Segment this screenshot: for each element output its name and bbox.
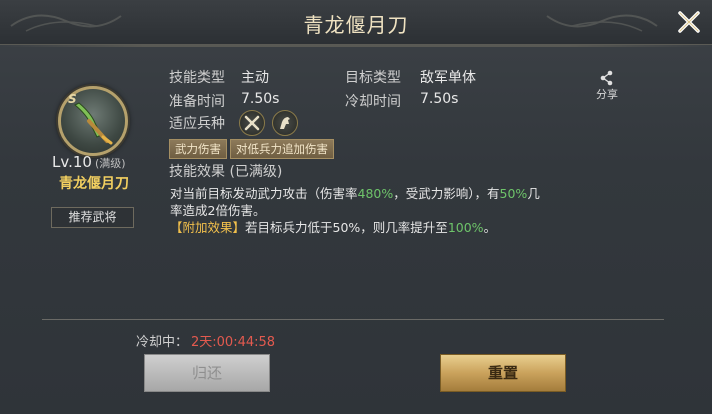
damage-rate-value: 480% (357, 186, 394, 201)
skill-type-label: 技能类型 (169, 70, 225, 86)
effect-title: 技能效果 (已满级) (169, 164, 283, 180)
share-button[interactable]: 分享 (592, 70, 622, 102)
cooldown-time-label: 冷却时间 (345, 94, 401, 110)
share-icon (600, 70, 613, 86)
target-type-value: 敌军单体 (420, 70, 476, 86)
level-state: (满级) (94, 157, 126, 170)
skill-detail-panel: 青龙偃月刀 S Lv.10 (满级) 青龙偃月刀 推荐武将 技能类型 主动 目标类… (0, 0, 712, 414)
share-label: 分享 (596, 88, 618, 101)
effect-text: 。 (483, 220, 497, 235)
skill-level: Lv.10 (满级) (52, 153, 126, 171)
cooldown-timer: 2天:00:44:58 (191, 335, 276, 350)
tag-low-troop-bonus: 对低兵力追加伤害 (230, 139, 334, 159)
page-title: 青龙偃月刀 (303, 13, 409, 37)
reset-button[interactable]: 重置 (440, 354, 566, 392)
prep-time-label: 准备时间 (169, 94, 225, 110)
bonus-effect-tag: 【附加效果】 (170, 220, 246, 235)
chance-value: 50% (499, 186, 528, 201)
tag-force-damage: 武力伤害 (169, 139, 227, 159)
troop-type-label: 适应兵种 (169, 116, 225, 132)
return-button[interactable]: 归还 (144, 354, 270, 392)
target-type-label: 目标类型 (345, 70, 401, 86)
panel-header: 青龙偃月刀 (0, 0, 712, 47)
cavalry-icon (272, 110, 298, 136)
rank-badge: S (68, 92, 77, 106)
effect-text: 对当前目标发动武力攻击（伤害率 (170, 186, 358, 201)
boosted-chance-value: 100% (447, 220, 484, 235)
infantry-icon (239, 110, 265, 136)
effect-text: ，受武力影响），有 (393, 186, 500, 201)
cooldown-status-label: 冷却中： (136, 335, 189, 350)
level-value: Lv.10 (52, 153, 92, 171)
divider (42, 319, 664, 320)
prep-time-value: 7.50s (241, 91, 280, 107)
close-icon[interactable] (676, 9, 702, 35)
skill-type-value: 主动 (241, 70, 269, 86)
cooldown-time-value: 7.50s (420, 91, 459, 107)
effect-description: 对当前目标发动武力攻击（伤害率480%，受武力影响），有50%几率造成2倍伤害。… (170, 185, 550, 236)
skill-name: 青龙偃月刀 (59, 176, 129, 192)
recommend-general-button[interactable]: 推荐武将 (51, 207, 134, 228)
effect-text: 若目标兵力低于50%，则几率提升至 (245, 220, 448, 235)
